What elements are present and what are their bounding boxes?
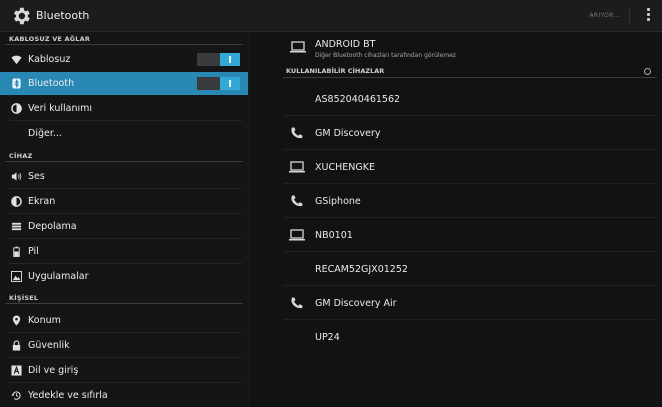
overflow-menu-icon[interactable]: [647, 8, 651, 24]
sidebar-item-label: Ekran: [28, 196, 56, 207]
device-row[interactable]: GM Discovery Air: [283, 286, 657, 319]
device-name: RECAM52GJX01252: [315, 264, 408, 275]
sidebar-item-label: Pil: [28, 246, 39, 257]
sidebar-item-storage[interactable]: Depolama: [0, 215, 248, 238]
storage-icon: [11, 222, 22, 231]
section-header-wireless: KABLOSUZ VE AĞLAR: [9, 35, 91, 43]
device-row[interactable]: NB0101: [283, 218, 657, 251]
data-usage-icon: [11, 103, 22, 114]
location-pin-icon: [12, 315, 21, 326]
laptop-icon: [289, 161, 305, 173]
device-name: GM Discovery Air: [315, 298, 397, 309]
item-divider: [9, 332, 242, 333]
sidebar-item-backup[interactable]: Yedekle ve sıfırla: [0, 384, 248, 407]
sidebar-item-wifi[interactable]: Kablosuz: [0, 48, 248, 71]
section-rule: [5, 303, 243, 304]
section-rule: [283, 77, 657, 78]
sidebar-item-display[interactable]: Ekran: [0, 190, 248, 213]
laptop-icon: [289, 229, 305, 241]
scanning-spinner-icon: [644, 68, 651, 75]
sidebar-item-label: Yedekle ve sıfırla: [28, 390, 108, 401]
lock-icon: [12, 340, 21, 351]
sidebar-item-label: Bluetooth: [28, 78, 75, 89]
sidebar-item-label: Dil ve giriş: [28, 365, 79, 376]
sidebar-item-label: Diğer...: [28, 128, 62, 139]
apps-icon: [11, 271, 22, 282]
device-name: UP24: [315, 332, 340, 343]
section-header-personal: KİŞİSEL: [9, 294, 39, 302]
item-divider: [9, 357, 242, 358]
sidebar-item-apps[interactable]: Uygulamalar: [0, 265, 248, 288]
backup-icon: [11, 391, 21, 400]
available-devices-header: KULLANILABİLİR CİHAZLAR: [286, 67, 385, 75]
device-name: AS852040461562: [315, 94, 401, 105]
sidebar-item-label: Kablosuz: [28, 54, 71, 65]
language-icon: [11, 365, 22, 376]
bluetooth-icon: [12, 78, 21, 89]
device-row[interactable]: UP24: [283, 320, 657, 353]
device-row[interactable]: RECAM52GJX01252: [283, 252, 657, 285]
sidebar-item-data-usage[interactable]: Veri kullanımı: [0, 97, 248, 120]
device-row[interactable]: GM Discovery: [283, 116, 657, 149]
device-name: XUCHENGKE: [315, 162, 375, 173]
phone-icon: [291, 297, 303, 309]
wifi-toggle[interactable]: [197, 53, 240, 66]
sidebar-item-label: Güvenlik: [28, 340, 70, 351]
sidebar-item-sound[interactable]: Ses: [0, 165, 248, 188]
sidebar-item-bluetooth[interactable]: Bluetooth: [0, 72, 248, 95]
item-divider: [9, 213, 242, 214]
device-row[interactable]: AS852040461562: [283, 82, 657, 115]
item-divider: [9, 238, 242, 239]
item-divider: [9, 382, 242, 383]
speaker-icon: [11, 172, 22, 181]
settings-gear-icon[interactable]: [10, 5, 32, 27]
sidebar-item-language[interactable]: Dil ve giriş: [0, 359, 248, 382]
sidebar-item-label: Konum: [28, 315, 61, 326]
section-header-device: CİHAZ: [9, 152, 33, 160]
item-divider: [9, 263, 242, 264]
section-rule: [5, 44, 243, 45]
page-title: Bluetooth: [36, 9, 90, 22]
actionbar-divider: [629, 9, 630, 23]
sidebar-item-label: Veri kullanımı: [28, 103, 93, 114]
this-device-name: ANDROID BT: [315, 39, 376, 50]
wifi-icon: [11, 55, 22, 65]
action-bar: Bluetooth ARIYOR...: [0, 0, 662, 32]
bluetooth-detail-pane: ANDROID BT Diğer Bluetooth cihazları tar…: [250, 32, 662, 407]
sidebar-item-security[interactable]: Güvenlik: [0, 334, 248, 357]
section-rule: [5, 161, 243, 162]
settings-sidebar: KABLOSUZ VE AĞLAR Kablosuz Bluetooth Ver…: [0, 32, 248, 407]
sidebar-item-battery[interactable]: Pil: [0, 240, 248, 263]
phone-icon: [291, 127, 303, 139]
battery-icon: [13, 246, 20, 257]
sidebar-item-label: Uygulamalar: [28, 271, 89, 282]
bluetooth-toggle[interactable]: [197, 77, 240, 90]
device-row[interactable]: GSiphone: [283, 184, 657, 217]
this-device-row[interactable]: ANDROID BT Diğer Bluetooth cihazları tar…: [250, 32, 662, 62]
sidebar-item-label: Depolama: [28, 221, 77, 232]
this-device-visibility: Diğer Bluetooth cihazları tarafından gör…: [315, 52, 456, 59]
device-row[interactable]: XUCHENGKE: [283, 150, 657, 183]
device-name: GM Discovery: [315, 128, 381, 139]
item-divider: [9, 188, 242, 189]
phone-icon: [291, 195, 303, 207]
sidebar-item-more[interactable]: Diğer...: [0, 122, 248, 145]
display-icon: [11, 196, 22, 207]
item-divider: [9, 120, 242, 121]
sidebar-item-location[interactable]: Konum: [0, 309, 248, 332]
scanning-status[interactable]: ARIYOR...: [590, 12, 620, 19]
device-name: GSiphone: [315, 196, 361, 207]
device-name: NB0101: [315, 230, 353, 241]
laptop-icon: [290, 41, 306, 53]
sidebar-item-label: Ses: [28, 171, 45, 182]
